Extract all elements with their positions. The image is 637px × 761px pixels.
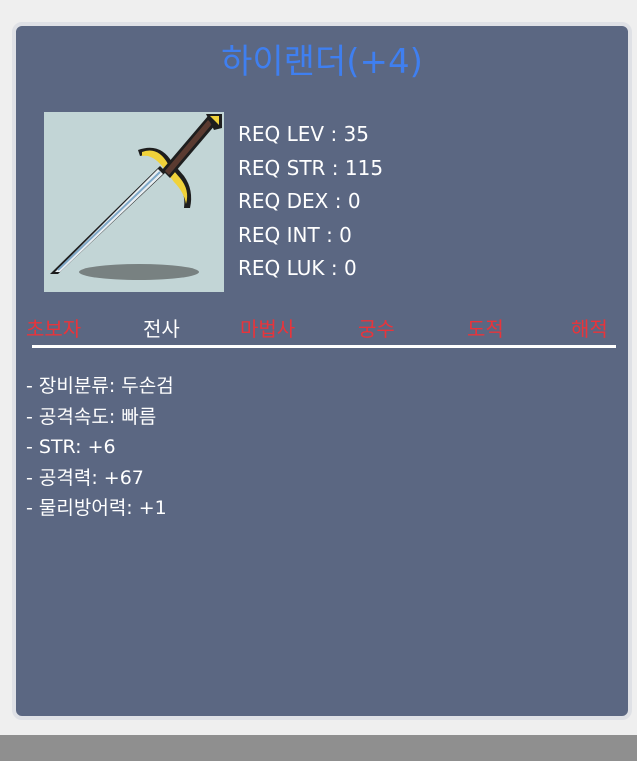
bottom-bar [0, 735, 637, 761]
job-thief: 도적 [467, 317, 504, 341]
req-str: REQ STR : 115 [238, 155, 384, 180]
job-beginner: 초보자 [26, 317, 82, 341]
stat-defense: - 물리방어력: +1 [26, 497, 167, 519]
job-warrior: 전사 [143, 317, 180, 341]
job-pirate: 해적 [571, 317, 608, 341]
req-int: REQ INT : 0 [238, 222, 352, 247]
req-level: REQ LEV : 35 [238, 122, 369, 146]
item-name: 하이랜더(+4) [221, 42, 423, 82]
stat-attack-speed: - 공격속도: 빠름 [26, 405, 157, 428]
req-dex: REQ DEX : 0 [238, 189, 361, 213]
requirements-list: REQ LEV : 35 REQ STR : 115 REQ DEX : 0 R… [238, 118, 383, 286]
two-handed-sword-icon [44, 112, 224, 292]
item-tooltip: 하이랜더(+4) REQ LEV : 35 REQ STR : 115 REQ … [12, 22, 632, 720]
divider [32, 345, 616, 348]
req-luk: REQ LUK : 0 [238, 256, 357, 280]
job-magician: 마법사 [240, 317, 296, 341]
stat-str: - STR: +6 [26, 436, 116, 458]
stat-category: - 장비분류: 두손검 [26, 375, 174, 397]
job-archer: 궁수 [358, 317, 395, 341]
stats-list: - 장비분류: 두손검 - 공격속도: 빠름 - STR: +6 - 공격력: … [26, 371, 174, 524]
stat-attack: - 공격력: +67 [26, 466, 144, 489]
job-list: 초보자 전사 마법사 궁수 도적 해적 [26, 313, 624, 343]
